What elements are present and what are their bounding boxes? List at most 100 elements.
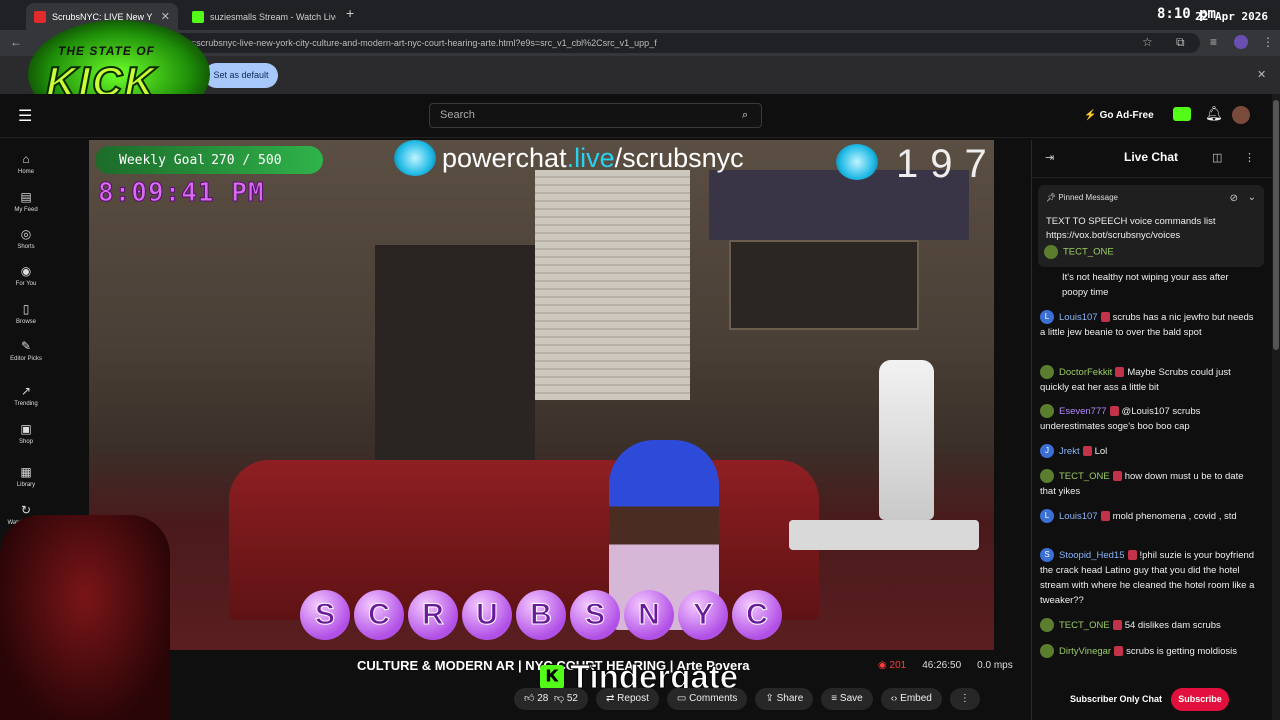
chat-username[interactable]: DirtyVinegar [1059, 646, 1111, 657]
sidebar-item-trending[interactable]: ↗ Trending [0, 384, 52, 407]
sidebar-item-for-you[interactable]: ◉ For You [0, 264, 52, 287]
avatar[interactable]: J [1040, 444, 1054, 459]
live-viewer-count: ◉ 201 [878, 660, 907, 671]
avatar[interactable] [1040, 365, 1054, 380]
tab-suziesmalls[interactable]: suziesmalls Stream - Watch Live ✕ [184, 3, 336, 30]
chat-message-text: 54 dislikes dam scrubs [1124, 620, 1221, 631]
collapse-chat-icon[interactable]: ⇥ [1045, 151, 1054, 164]
search-input[interactable]: Search [429, 103, 762, 128]
chat-message: DoctorFekkit Maybe Scrubs could just quic… [1040, 365, 1255, 395]
hide-pinned-icon[interactable]: ⊘ [1230, 193, 1238, 204]
more-options-button[interactable]: ⋮ [949, 688, 980, 710]
weekly-goal-value: 270 / 500 [211, 152, 282, 168]
address-bar[interactable]: 56q=scrubsnyc-live-new-york-city-culture… [160, 33, 1200, 53]
trending-icon: ↗ [20, 384, 32, 398]
chevron-down-icon[interactable]: ⌄ [1248, 192, 1256, 203]
share-button[interactable]: ⇪ Share [755, 688, 814, 710]
chat-username[interactable]: Jrekt [1059, 446, 1080, 457]
popout-icon[interactable]: ◫ [1212, 151, 1222, 164]
chat-message: S Stoopid_Hed15 !phil suzie is your boyfri… [1040, 548, 1255, 608]
pin-icon: 📌︎ [1046, 193, 1057, 202]
sidebar-item-label: Browse [15, 319, 36, 325]
video-scene-table [789, 520, 979, 550]
video-scene-blinds [535, 170, 690, 400]
notifications-bell-icon[interactable]: 🔔︎ [1205, 105, 1223, 122]
video-player[interactable] [89, 140, 994, 650]
like-button[interactable]: 👍︎ 28 👎︎ 52 [514, 688, 588, 710]
scrollbar-thumb[interactable] [1273, 100, 1279, 350]
hamburger-menu-icon[interactable]: ☰ [18, 106, 32, 126]
save-icon: ≡ [831, 693, 838, 704]
subscriber-only-chat-label: Subscriber Only Chat [1070, 694, 1163, 704]
set-as-default-button[interactable]: Set as default [204, 63, 278, 88]
sidebar-item-my-feed[interactable]: ▤ My Feed [0, 190, 52, 213]
overlay-clock: 8:09:41 PM [98, 178, 265, 209]
save-button[interactable]: ≡ Save [821, 688, 873, 710]
sidebar-item-label: For You [15, 281, 37, 287]
avatar[interactable]: S [1040, 548, 1054, 563]
stream-duration: 46:26:50 [922, 660, 962, 671]
subscriber-badge-icon [1100, 312, 1110, 323]
chat-username[interactable]: Louis107 [1059, 312, 1098, 323]
bubble-letter: C [732, 590, 782, 640]
powerchat-logo-icon [394, 140, 436, 176]
subscriber-badge-icon [1112, 620, 1122, 631]
repost-button[interactable]: ⇄ Repost [595, 688, 659, 710]
subscriber-badge-icon [1082, 446, 1092, 457]
embed-button[interactable]: ‹› Embed [880, 688, 942, 710]
chat-username[interactable]: Louis107 [1059, 511, 1098, 522]
bubble-letter: R [408, 590, 458, 640]
chat-username[interactable]: Eseven777 [1059, 406, 1107, 417]
profile-avatar[interactable] [1234, 35, 1248, 49]
chat-message-text: mold phenomena , covid , std [1112, 511, 1237, 522]
search-icon[interactable]: ⌕ [742, 109, 748, 122]
avatar[interactable] [1040, 469, 1054, 484]
sidebar-item-library[interactable]: ▦ Library [0, 465, 52, 488]
chat-username[interactable]: TECT_ONE [1059, 471, 1110, 482]
avatar[interactable]: L [1040, 310, 1054, 325]
chat-username[interactable]: DoctorFekkit [1059, 367, 1112, 378]
bubble-letter: S [300, 590, 350, 640]
stream-stats: ◉ 201 46:26:50 0.0 mps [878, 660, 1013, 671]
pinned-text[interactable]: TEXT TO SPEECH voice commands list https… [1046, 215, 1258, 243]
subscriber-badge-icon [1112, 471, 1122, 482]
pinned-user[interactable]: TECT_ONE [1063, 247, 1114, 258]
avatar[interactable]: L [1040, 509, 1054, 524]
bubble-letter: Y [678, 590, 728, 640]
system-date: 22 Apr 2026 [1195, 10, 1268, 23]
extensions-icon[interactable]: ⧉ [1176, 35, 1185, 50]
close-infobar-icon[interactable]: ✕ [1257, 68, 1266, 81]
sidebar-item-editor-picks[interactable]: ✎ Editor Picks [0, 339, 52, 362]
browser-menu-icon[interactable]: ⋮ [1262, 35, 1274, 49]
tab-title: suziesmalls Stream - Watch Live [210, 11, 336, 22]
go-ad-free-button[interactable]: ⚡ Go Ad-Free [1078, 104, 1160, 128]
bubble-letter: B [516, 590, 566, 640]
video-scene-bottle [879, 360, 934, 520]
sidebar-item-browse[interactable]: ▯ Browse [0, 302, 52, 325]
avatar[interactable] [1040, 404, 1054, 419]
repost-icon: ⇄ [605, 693, 615, 704]
chat-menu-icon[interactable]: ⋮ [1244, 151, 1255, 164]
avatar[interactable] [1040, 644, 1054, 659]
reading-list-icon[interactable]: ≡ [1210, 35, 1217, 49]
sidebar-item-label: Editor Picks [10, 356, 42, 362]
chat-username[interactable]: Stoopid_Hed15 [1059, 550, 1125, 561]
go-live-camera-icon[interactable] [1173, 107, 1191, 121]
bubble-letter: U [462, 590, 512, 640]
avatar[interactable] [1040, 618, 1054, 633]
shop-icon: ▣ [20, 422, 32, 436]
sidebar-item-label: Trending [14, 401, 38, 407]
kick-k-icon: K [540, 665, 564, 689]
sidebar-item-shorts[interactable]: ◎ Shorts [0, 227, 52, 250]
user-avatar[interactable] [1232, 106, 1250, 124]
sidebar-item-home[interactable]: ⌂ Home [0, 152, 52, 175]
bubble-letter: C [354, 590, 404, 640]
comments-button[interactable]: ▭ Comments [666, 688, 748, 710]
close-tab-icon[interactable]: ✕ [161, 10, 170, 23]
bookmark-star-icon[interactable]: ☆ [1142, 35, 1153, 49]
subscribe-button[interactable]: Subscribe [1171, 688, 1229, 711]
sidebar-item-shop[interactable]: ▣ Shop [0, 422, 52, 445]
new-tab-button[interactable]: + [346, 5, 354, 21]
chat-username[interactable]: TECT_ONE [1059, 620, 1110, 631]
back-icon[interactable]: ← [10, 35, 22, 49]
